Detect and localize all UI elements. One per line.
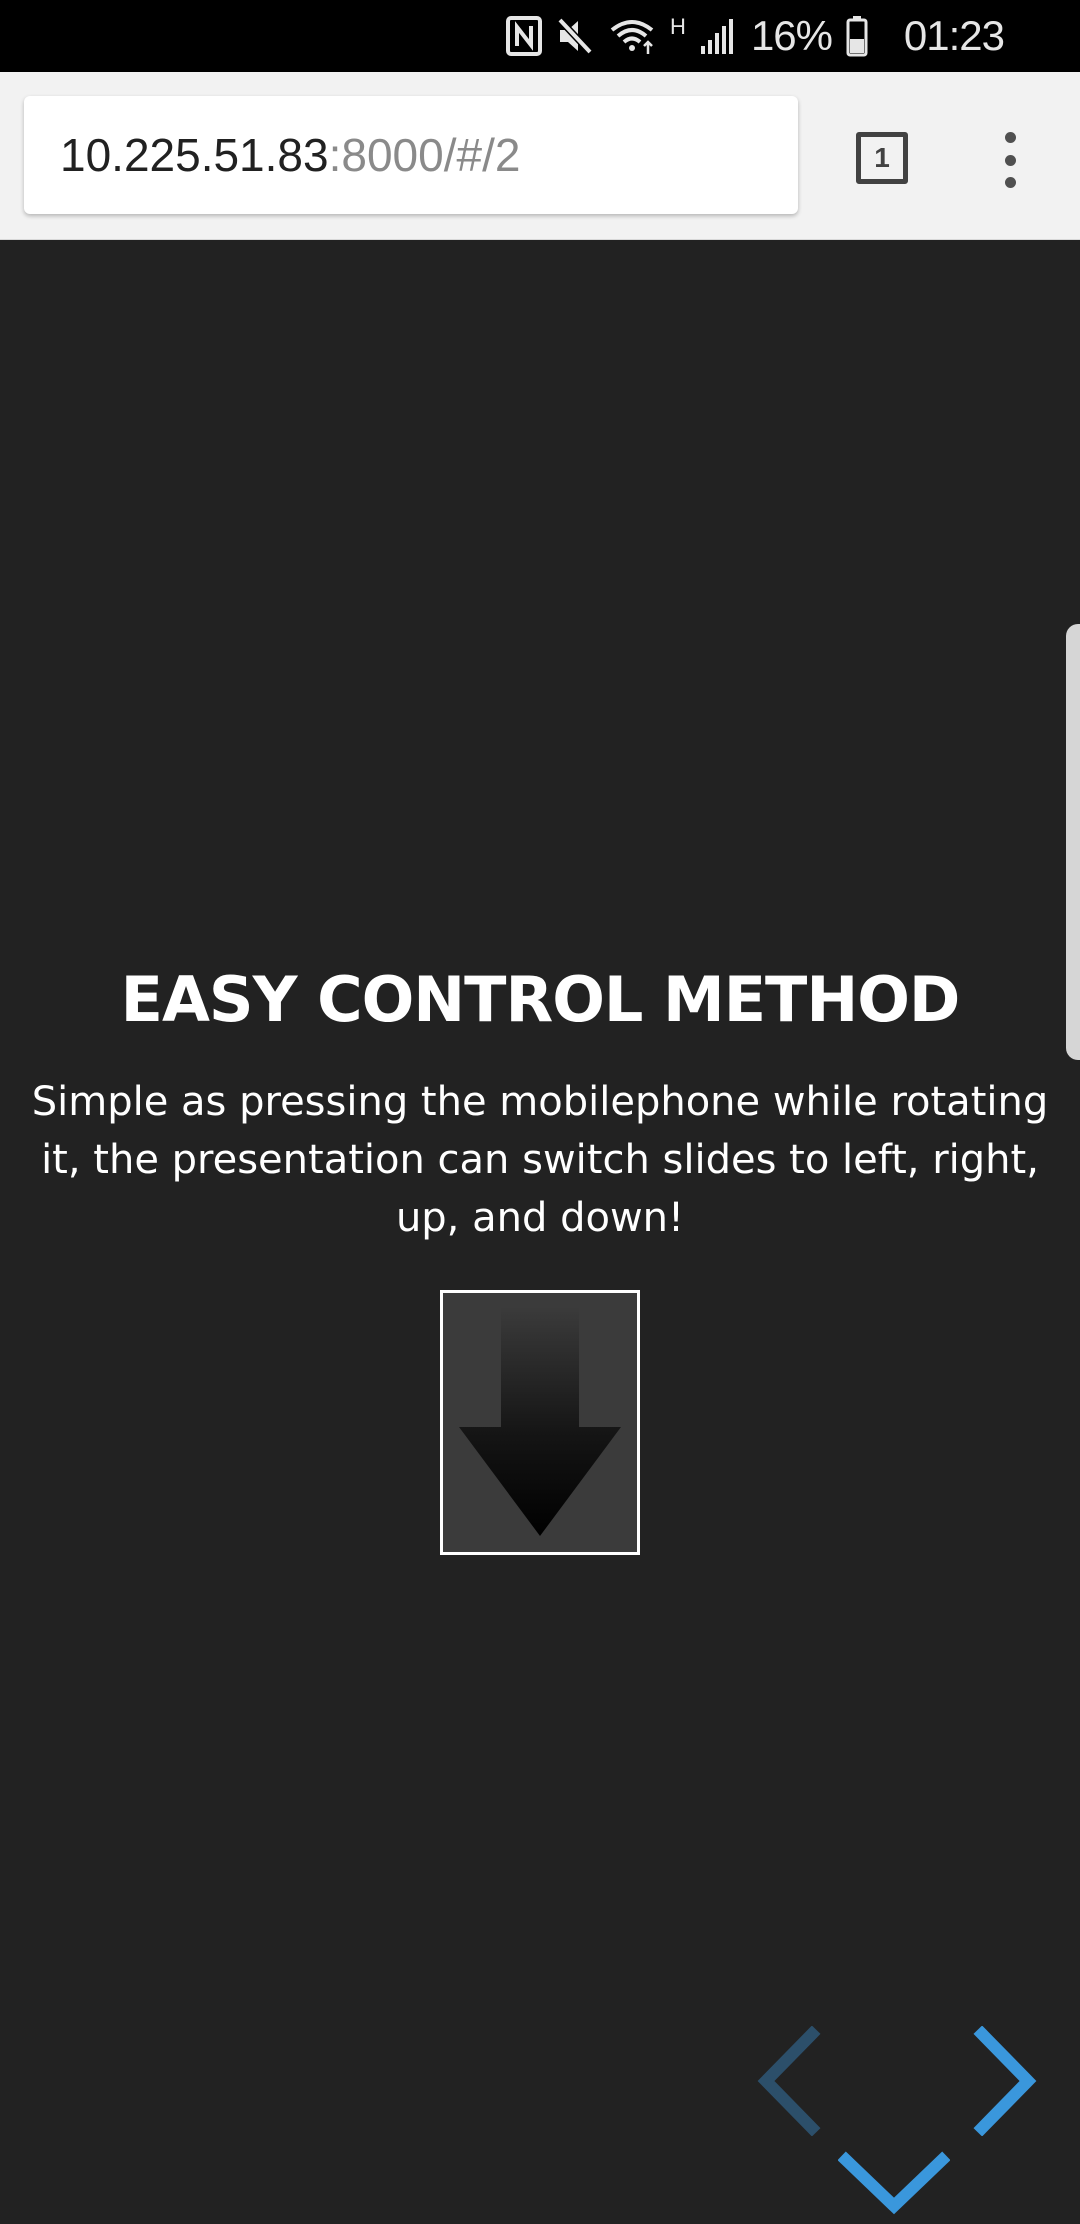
battery-icon: [846, 15, 868, 57]
presentation-slide[interactable]: EASY CONTROL METHOD Simple as pressing t…: [0, 241, 1080, 2220]
url-path: :8000/#/2: [328, 129, 521, 181]
wifi-icon: [608, 16, 656, 56]
chevron-right-icon: [970, 2025, 1042, 2140]
slide-description: Simple as pressing the mobilephone while…: [31, 1079, 1049, 1241]
chevron-left-icon: [752, 2025, 824, 2140]
mute-icon: [556, 16, 594, 56]
status-bar: H 16% 01:23: [0, 0, 1080, 72]
chevron-down-icon: [837, 2151, 951, 2224]
nav-right-button[interactable]: [970, 2025, 1042, 2137]
page-scrollbar[interactable]: [1066, 624, 1080, 1060]
down-arrow-icon: [443, 1293, 637, 1552]
address-bar[interactable]: 10.225.51.83:8000/#/2: [24, 96, 798, 214]
menu-dot: [1004, 132, 1016, 143]
signal-icon: [699, 16, 737, 56]
menu-dot: [1004, 177, 1016, 188]
nfc-icon: [506, 16, 543, 56]
battery-percent: 16%: [750, 12, 833, 59]
nav-down-button[interactable]: [837, 2150, 951, 2220]
status-time: 01:23: [903, 12, 1005, 59]
network-type: H: [670, 14, 686, 39]
slide-title: EASY CONTROL METHOD: [120, 963, 961, 1036]
browser-toolbar: 10.225.51.83:8000/#/2 1: [0, 72, 1080, 240]
nav-left-button[interactable]: [752, 2025, 824, 2137]
down-arrow-figure: [440, 1290, 640, 1555]
browser-menu-button[interactable]: [990, 132, 1030, 188]
url-host: 10.225.51.83: [60, 129, 329, 181]
tab-count: 1: [874, 142, 890, 173]
tab-switcher-button[interactable]: 1: [856, 132, 908, 184]
menu-dot: [1004, 154, 1016, 166]
status-icons: H 16%: [506, 0, 868, 72]
